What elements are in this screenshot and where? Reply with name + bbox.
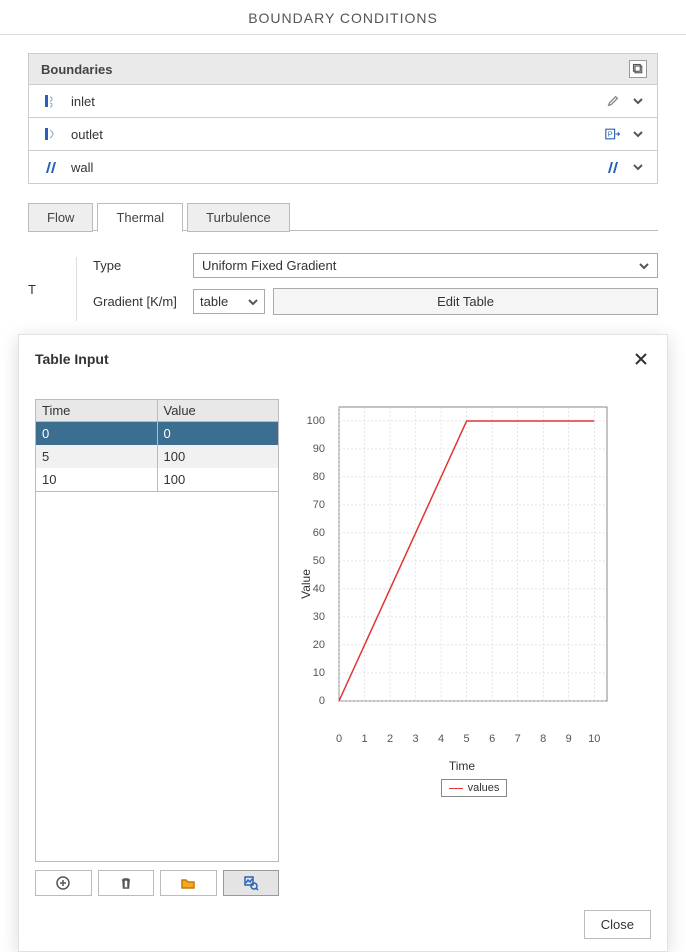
type-value: Uniform Fixed Gradient	[202, 258, 336, 273]
table-row[interactable]: 10 100	[36, 468, 279, 492]
boundary-label: inlet	[71, 94, 603, 109]
type-label: Type	[93, 258, 193, 273]
y-axis-label: Value	[299, 569, 313, 599]
cell-time[interactable]: 5	[36, 445, 158, 468]
chevron-down-icon[interactable]	[629, 92, 647, 110]
wall-icon	[41, 157, 61, 177]
y-tick: 10	[313, 667, 325, 679]
y-tick: 20	[313, 639, 325, 651]
pressure-icon[interactable]: P	[603, 124, 623, 144]
table-row[interactable]: 0 0	[36, 422, 279, 446]
chart-zoom-icon	[243, 875, 259, 891]
data-table[interactable]: Time Value 0 0 5 100 10 100	[35, 399, 279, 492]
y-tick: 0	[319, 695, 325, 707]
boundary-label: outlet	[71, 127, 603, 142]
open-file-button[interactable]	[160, 870, 217, 896]
chevron-down-icon	[248, 297, 258, 307]
x-tick: 7	[515, 733, 521, 745]
cell-time[interactable]: 0	[36, 422, 158, 446]
chevron-down-icon[interactable]	[629, 158, 647, 176]
x-tick: 2	[387, 733, 393, 745]
cell-value[interactable]: 0	[157, 422, 279, 446]
legend-swatch	[449, 788, 463, 789]
y-tick: 80	[313, 471, 325, 483]
cell-value[interactable]: 100	[157, 468, 279, 492]
preview-button[interactable]	[223, 870, 280, 896]
x-tick: 5	[464, 733, 470, 745]
plot-svg	[327, 399, 617, 729]
close-icon-button[interactable]	[631, 349, 651, 369]
x-tick: 10	[588, 733, 600, 745]
legend: values	[441, 779, 507, 797]
boundary-row-inlet[interactable]: inlet	[28, 85, 658, 118]
delete-row-button[interactable]	[98, 870, 155, 896]
tab-turbulence[interactable]: Turbulence	[187, 203, 290, 232]
trash-icon	[118, 875, 134, 891]
boundary-row-outlet[interactable]: outlet P	[28, 118, 658, 151]
close-button[interactable]: Close	[584, 910, 651, 939]
cell-value[interactable]: 100	[157, 445, 279, 468]
table-panel: Time Value 0 0 5 100 10 100	[35, 399, 279, 896]
add-row-button[interactable]	[35, 870, 92, 896]
tab-flow[interactable]: Flow	[28, 203, 93, 232]
divider	[0, 34, 686, 35]
dialog-title: Table Input	[35, 351, 109, 367]
x-tick: 4	[438, 733, 444, 745]
svg-text:P: P	[608, 129, 613, 138]
col-time[interactable]: Time	[36, 400, 158, 422]
page-title: BOUNDARY CONDITIONS	[0, 0, 686, 34]
copy-button[interactable]	[629, 60, 647, 78]
plus-icon	[55, 875, 71, 891]
boundaries-header: Boundaries	[28, 53, 658, 85]
chart-panel: Value Time 0 10 20 30 40 50 60 70 80 90 100 0 1 2 3 4 5 6…	[297, 399, 651, 896]
gradient-mode-value: table	[200, 294, 228, 309]
edit-table-button[interactable]: Edit Table	[273, 288, 658, 315]
chevron-down-icon[interactable]	[629, 125, 647, 143]
copy-icon	[632, 63, 644, 75]
x-tick: 3	[413, 733, 419, 745]
x-axis-label: Time	[449, 759, 475, 773]
y-tick: 70	[313, 499, 325, 511]
x-tick: 0	[336, 733, 342, 745]
field-label-t: T	[28, 282, 76, 297]
inlet-icon	[41, 91, 61, 111]
gradient-mode-select[interactable]: table	[193, 289, 265, 314]
gradient-label: Gradient [K/m]	[93, 294, 193, 309]
chevron-down-icon	[639, 261, 649, 271]
y-tick: 50	[313, 555, 325, 567]
y-tick: 40	[313, 583, 325, 595]
boundary-label: wall	[71, 160, 603, 175]
col-value[interactable]: Value	[157, 400, 279, 422]
x-tick: 9	[566, 733, 572, 745]
boundaries-label: Boundaries	[41, 62, 113, 77]
cell-time[interactable]: 10	[36, 468, 158, 492]
x-tick: 1	[361, 733, 367, 745]
table-empty-area[interactable]	[35, 492, 279, 862]
outlet-icon	[41, 124, 61, 144]
y-tick: 90	[313, 443, 325, 455]
type-select[interactable]: Uniform Fixed Gradient	[193, 253, 658, 278]
x-tick: 8	[540, 733, 546, 745]
pencil-icon[interactable]	[603, 91, 623, 111]
x-tick: 6	[489, 733, 495, 745]
legend-label: values	[468, 782, 500, 794]
y-tick: 100	[307, 415, 325, 427]
tab-thermal[interactable]: Thermal	[97, 203, 183, 232]
close-icon	[633, 351, 649, 367]
table-row[interactable]: 5 100	[36, 445, 279, 468]
boundary-row-wall[interactable]: wall	[28, 151, 658, 184]
y-tick: 60	[313, 527, 325, 539]
folder-icon	[180, 875, 196, 891]
chart-area: Value Time 01020304050607080901000123456…	[297, 399, 627, 769]
vertical-separator	[76, 257, 77, 321]
wall-bc-icon[interactable]	[603, 157, 623, 177]
y-tick: 30	[313, 611, 325, 623]
table-input-dialog: Table Input Time Value 0 0	[18, 334, 668, 952]
